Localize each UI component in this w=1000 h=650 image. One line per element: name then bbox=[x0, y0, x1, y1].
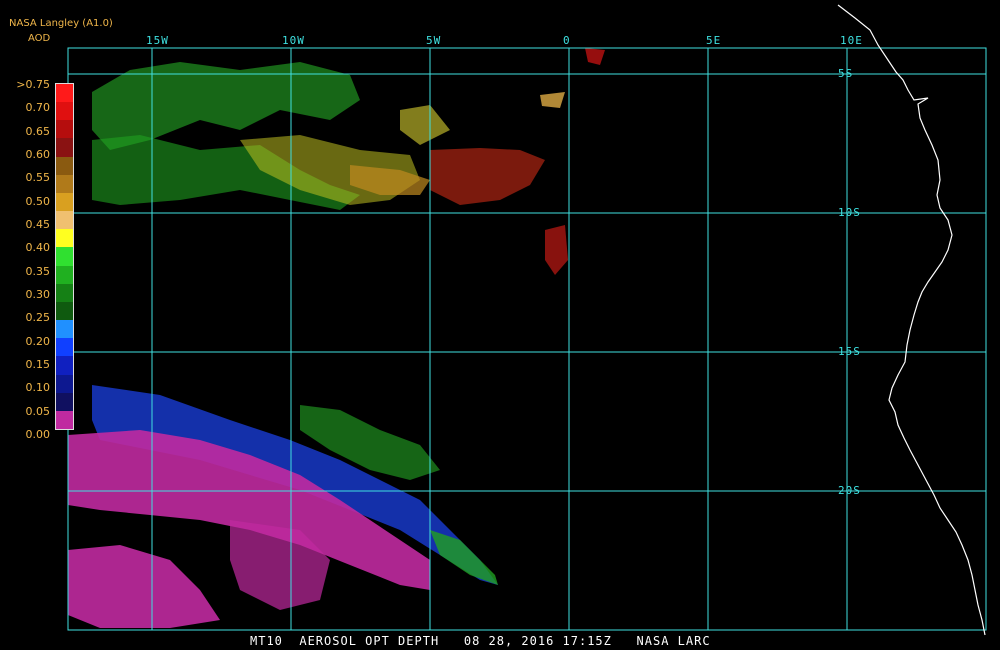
colorbar-tick-label: 0.15 bbox=[25, 358, 51, 371]
colorbar-swatch bbox=[56, 156, 74, 176]
colorbar-tick-label: 0.30 bbox=[25, 288, 51, 301]
lon-label-5w: 5W bbox=[426, 34, 442, 47]
source-label: NASA Langley (A1.0) bbox=[9, 18, 113, 29]
colorbar-swatch bbox=[56, 120, 74, 139]
lat-label-10s: 10S bbox=[838, 206, 861, 219]
colorbar-tick-label: 0.65 bbox=[25, 124, 51, 138]
colorbar-swatch bbox=[56, 392, 74, 412]
colorbar-swatch bbox=[56, 410, 74, 430]
colorbar-tick-label: >0.75 bbox=[16, 78, 50, 91]
colorbar-swatch bbox=[56, 301, 74, 321]
lon-label-5e: 5E bbox=[706, 34, 722, 47]
colorbar-tick-label: 0.20 bbox=[25, 334, 51, 348]
colorbar-tick-label: 0.45 bbox=[25, 218, 51, 231]
colorbar-tick-label: 0.60 bbox=[25, 148, 51, 161]
colorbar-tick-label: 0.50 bbox=[25, 194, 51, 208]
colorbar-swatch bbox=[56, 174, 74, 194]
colorbar-swatch bbox=[56, 229, 74, 248]
lat-label-20s: 20S bbox=[838, 484, 861, 497]
aod-map bbox=[0, 0, 1000, 650]
colorbar-swatch bbox=[56, 320, 74, 339]
colorbar-swatch bbox=[56, 102, 74, 121]
lon-label-10e: 10E bbox=[840, 34, 863, 47]
colorbar-swatch bbox=[56, 138, 74, 158]
colorbar-tick-label: 0.25 bbox=[25, 311, 51, 325]
lat-label-5s: 5S bbox=[838, 67, 854, 80]
colorbar-swatch bbox=[56, 338, 74, 357]
lon-label-10w: 10W bbox=[282, 34, 305, 47]
colorbar-tick-label: 0.10 bbox=[25, 381, 51, 395]
colorbar-tick-label: 0.40 bbox=[25, 241, 51, 255]
colorbar-tick-label: 0.05 bbox=[25, 404, 51, 418]
colorbar-swatch bbox=[56, 265, 74, 285]
lat-label-15s: 15S bbox=[838, 345, 861, 358]
footer-caption: MT10 AEROSOL OPT DEPTH 08 28, 2016 17:15… bbox=[250, 634, 711, 648]
colorbar-swatch bbox=[56, 84, 74, 103]
colorbar-tick-label: 0.00 bbox=[25, 428, 51, 441]
lon-label-0: 0 bbox=[563, 34, 571, 47]
colorbar-swatch bbox=[56, 211, 74, 230]
colorbar-swatch bbox=[56, 247, 74, 267]
colorbar-tick-label: 0.55 bbox=[25, 171, 51, 185]
colorbar-swatch bbox=[56, 283, 74, 303]
colorbar-tick-label: 0.35 bbox=[25, 264, 51, 278]
product-label: AOD bbox=[28, 33, 51, 44]
colorbar-swatch bbox=[56, 374, 74, 394]
colorbar-swatch bbox=[56, 192, 74, 212]
colorbar-tick-label: 0.70 bbox=[25, 101, 51, 115]
colorbar-swatch bbox=[56, 356, 74, 376]
lon-label-15w: 15W bbox=[146, 34, 169, 47]
